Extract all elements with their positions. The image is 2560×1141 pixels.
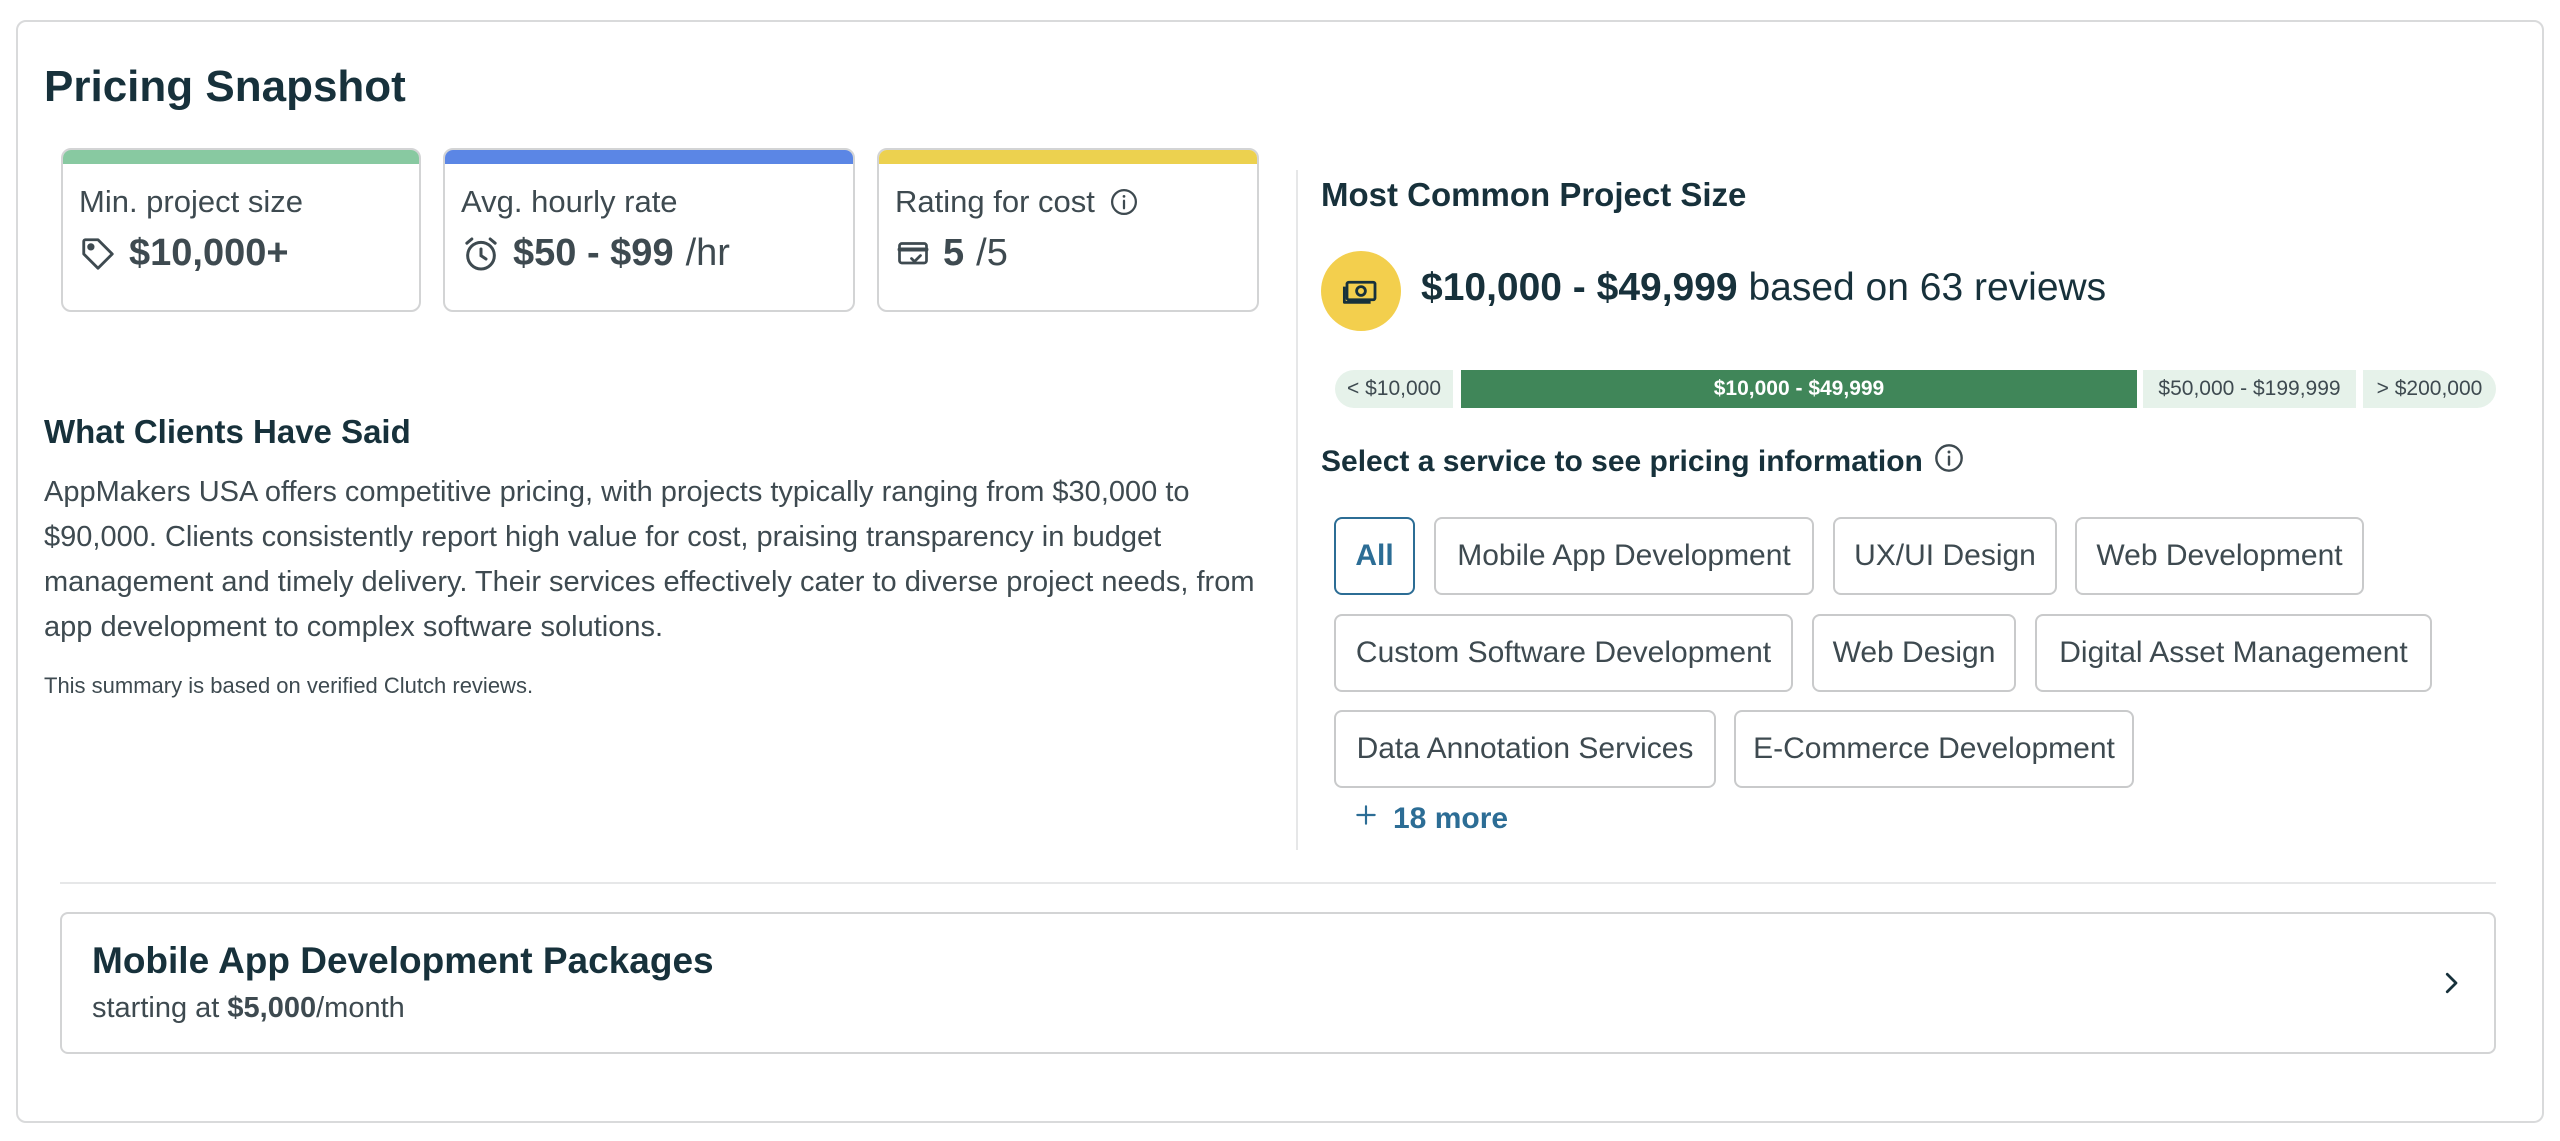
service-select-label: Select a service to see pricing informat… [1321,445,1923,478]
package-price-suffix: /month [316,992,405,1024]
service-chip[interactable]: Digital Asset Management [2035,614,2432,692]
stat-label: Avg. hourly rate [461,184,678,219]
stat-value: 5 [943,232,965,274]
clock-icon [461,234,501,274]
tag-icon [79,235,117,273]
clients-heading: What Clients Have Said [44,413,411,450]
page-title: Pricing Snapshot [44,62,406,111]
stat-value: $50 - $99 [513,232,674,274]
column-divider [1296,170,1298,850]
summary-note: This summary is based on verified Clutch… [44,673,534,698]
stat-accent-bar [63,150,419,164]
section-divider [60,882,2496,884]
show-more-services[interactable]: 18 more [1353,802,1508,836]
stat-accent-bar [445,150,853,164]
stat-unit: /hr [685,232,730,274]
service-chip[interactable]: Mobile App Development [1434,517,1814,595]
stat-accent-bar [879,150,1257,164]
common-size-heading: Most Common Project Size [1321,176,1747,213]
common-size-reviews: based on 63 reviews [1737,266,2107,309]
package-title: Mobile App Development Packages [92,940,714,981]
info-icon[interactable] [1109,187,1139,217]
plus-icon [1353,802,1379,836]
clients-summary: AppMakers USA offers competitive pricing… [44,476,1255,643]
package-price-prefix: starting at [92,992,228,1024]
chevron-right-icon [2436,968,2466,1003]
service-chip[interactable]: Data Annotation Services [1334,710,1716,788]
service-chip[interactable]: Web Development [2075,517,2364,595]
show-more-label: 18 more [1393,802,1509,835]
package-card[interactable]: Mobile App Development Packages starting… [60,912,2496,1054]
package-price: $5,000 [227,992,317,1024]
service-chip-all[interactable]: All [1334,517,1415,595]
range-segment: $50,000 - $199,999 [2143,370,2356,408]
range-segment: < $10,000 [1335,370,1453,408]
info-icon[interactable] [1933,442,1965,482]
common-size-value: $10,000 - $49,999 [1421,266,1738,309]
stat-label: Rating for cost [895,184,1095,219]
stat-label: Min. project size [79,184,303,219]
service-chip[interactable]: Web Design [1812,614,2016,692]
service-chip[interactable]: Custom Software Development [1334,614,1793,692]
stat-avg-hourly-rate: Avg. hourly rate $50 - $99 /hr [443,148,855,312]
money-icon [1321,251,1401,331]
service-chip[interactable]: UX/UI Design [1833,517,2057,595]
range-segment: > $200,000 [2363,370,2496,408]
stat-min-project-size: Min. project size $10,000+ [61,148,421,312]
stat-value: $10,000+ [129,232,289,274]
stat-unit: /5 [976,232,1008,274]
service-chip[interactable]: E-Commerce Development [1734,710,2134,788]
card-check-icon [895,236,931,272]
range-segment-active: $10,000 - $49,999 [1461,370,2137,408]
stat-rating-for-cost: Rating for cost 5 /5 [877,148,1259,312]
